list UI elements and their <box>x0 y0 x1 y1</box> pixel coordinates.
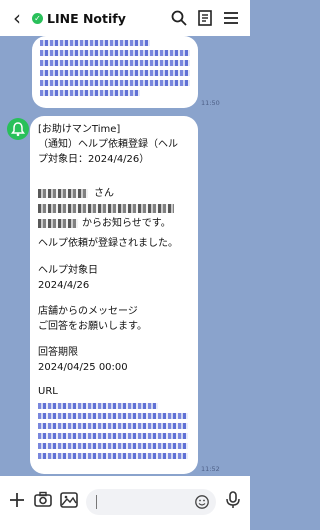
chat-title: LINE Notify <box>47 10 126 26</box>
redacted-store <box>38 219 78 228</box>
redacted-store <box>38 204 174 213</box>
redacted-block <box>40 90 140 96</box>
back-arrow-icon[interactable]: ‹ <box>6 0 28 36</box>
plus-icon[interactable] <box>6 489 28 511</box>
notify-avatar <box>7 118 29 140</box>
notification-bubble <box>30 116 198 474</box>
redacted-url[interactable] <box>38 443 188 449</box>
notes-icon[interactable] <box>196 9 214 27</box>
menu-icon[interactable] <box>222 9 240 27</box>
image-icon[interactable] <box>58 489 80 511</box>
message-line: 店舗からのメッセージ <box>38 306 138 317</box>
message-line: ご回答をお願いします。 <box>38 321 147 332</box>
camera-icon[interactable] <box>32 489 54 511</box>
message-line: プ対象日：2024/4/26） <box>38 154 150 165</box>
message-line: ヘルプ対象日 <box>38 265 98 276</box>
message-line: [お助けマンTime] <box>38 124 121 135</box>
text-caret <box>96 495 97 509</box>
chat-area: 11:50 [お助けマンTime] （通知）ヘルプ依頼登録（ヘル プ対象日：20… <box>0 36 250 476</box>
redacted-url[interactable] <box>38 453 188 459</box>
redacted-block <box>40 50 190 56</box>
message-line: さん <box>94 188 114 199</box>
message-line: 2024/4/26 <box>38 280 90 291</box>
message-line: 2024/04/25 00:00 <box>38 362 128 373</box>
bottom-bar <box>0 476 250 530</box>
redacted-block <box>40 80 190 86</box>
redacted-url[interactable] <box>38 403 158 409</box>
redacted-url[interactable] <box>38 423 188 429</box>
message-line: URL <box>38 386 58 397</box>
emoji-icon[interactable] <box>194 494 210 510</box>
message-time: 11:52 <box>201 465 220 473</box>
microphone-icon[interactable] <box>222 489 244 511</box>
message-line: からお知らせです。 <box>82 218 171 229</box>
message-line: 回答期限 <box>38 347 78 358</box>
message-line: （通知）ヘルプ依頼登録（ヘル <box>38 139 178 150</box>
redacted-url[interactable] <box>38 413 188 419</box>
redacted-block <box>40 60 190 66</box>
redacted-url[interactable] <box>38 433 188 439</box>
message-bubble <box>32 36 198 108</box>
message-line: ヘルプ依頼が登録されました。 <box>38 238 178 249</box>
header-bar: ‹ ✓ LINE Notify <box>0 0 250 36</box>
redacted-block <box>40 70 190 76</box>
bell-icon <box>11 122 25 137</box>
redacted-name <box>38 189 88 198</box>
message-input[interactable] <box>86 489 216 515</box>
search-icon[interactable] <box>170 9 188 27</box>
verified-badge-icon: ✓ <box>32 12 43 24</box>
redacted-block <box>40 40 150 46</box>
message-time: 11:50 <box>201 99 220 107</box>
